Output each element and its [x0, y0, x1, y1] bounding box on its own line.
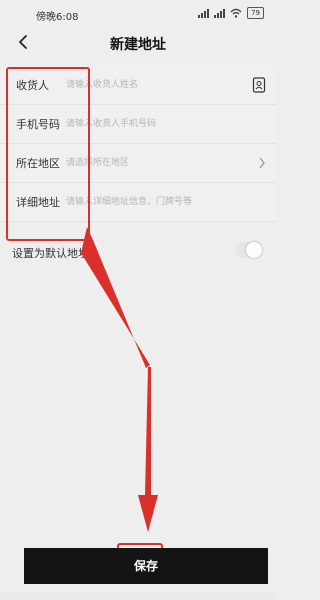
- home-indicator-bar: [0, 592, 276, 600]
- phone-input[interactable]: [66, 114, 241, 134]
- default-address-toggle[interactable]: [236, 242, 262, 258]
- annotation-box-form-labels: [6, 67, 90, 241]
- toggle-knob: [246, 242, 262, 258]
- wifi-icon: [230, 8, 242, 18]
- status-time: 傍晚6:08: [36, 12, 79, 23]
- annotation-arrow-down: [138, 367, 158, 532]
- default-address-label: 设置为默认地址: [12, 247, 89, 260]
- chevron-right-icon: [259, 157, 265, 169]
- status-bar: 傍晚6:08 79: [0, 0, 276, 26]
- region-select[interactable]: [66, 153, 241, 173]
- battery-icon: 79: [247, 7, 264, 19]
- nav-header: 新建地址: [0, 26, 276, 58]
- status-icons: 79: [198, 7, 264, 19]
- page-title: 新建地址: [110, 37, 166, 53]
- contact-book-icon[interactable]: [252, 77, 266, 93]
- recipient-name-input[interactable]: [66, 75, 241, 95]
- detail-address-input[interactable]: [66, 192, 241, 212]
- save-button[interactable]: 保存: [24, 548, 268, 584]
- signal-icon: [198, 8, 210, 18]
- signal-icon: [214, 8, 226, 18]
